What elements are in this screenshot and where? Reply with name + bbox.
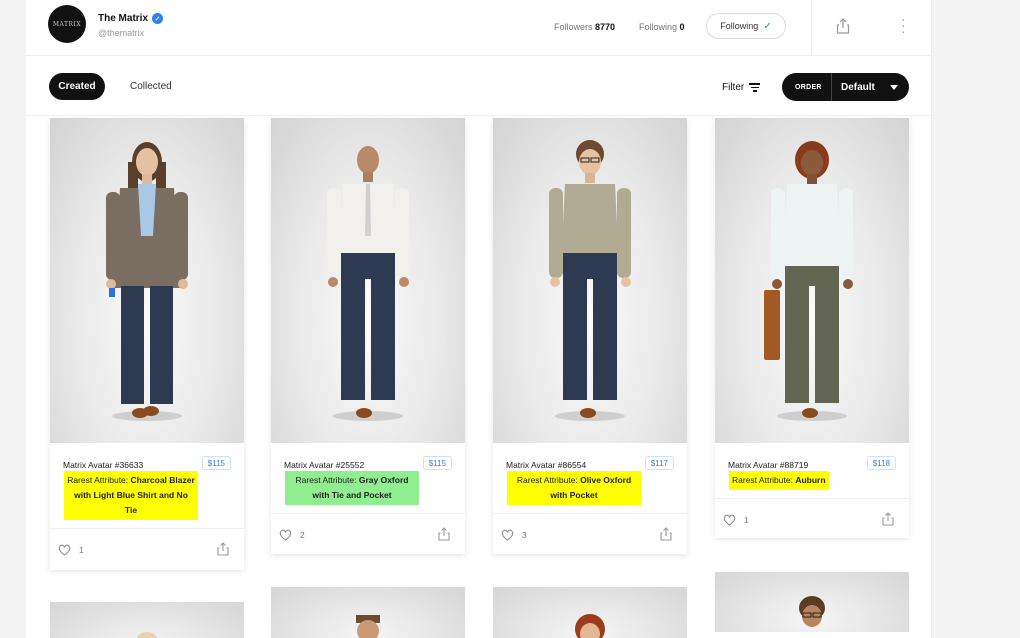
avatar-image[interactable] — [50, 118, 244, 443]
heart-icon[interactable] — [279, 529, 292, 541]
nft-card[interactable]: Matrix Avatar #36633 $115 Rarest Attribu… — [50, 118, 244, 570]
filter-button[interactable]: Filter — [722, 81, 761, 94]
card-title[interactable]: Matrix Avatar #36633 — [63, 460, 143, 470]
caret-down-icon — [890, 84, 898, 90]
avatar-logo-text: MATRIX — [52, 20, 82, 28]
followers-count: 8770 — [595, 22, 616, 32]
following-button[interactable]: Following ✓ — [706, 13, 786, 39]
price-badge: $115 — [422, 456, 452, 470]
heart-icon[interactable] — [723, 514, 736, 526]
like-count: 1 — [744, 515, 749, 525]
tab-collected[interactable]: Collected — [130, 81, 172, 92]
avatar-image[interactable] — [715, 118, 909, 443]
check-icon: ✓ — [763, 20, 772, 32]
order-dropdown[interactable]: ORDER Default — [782, 73, 909, 101]
card-footer: 3 — [493, 513, 687, 554]
rarest-attribute: Rarest Attribute: Auburn — [729, 471, 829, 490]
profile-panel: MATRIX The Matrix ✓ @thematrix Followers… — [26, 0, 932, 638]
avatar-image[interactable] — [493, 118, 687, 443]
avatar-image[interactable] — [715, 572, 909, 632]
more-icon[interactable]: · · · — [901, 12, 906, 38]
card-title[interactable]: Matrix Avatar #25552 — [284, 460, 364, 470]
avatar[interactable]: MATRIX — [48, 5, 86, 43]
following-label: Following — [639, 22, 678, 32]
heart-icon[interactable] — [501, 529, 514, 541]
rarest-attribute: Rarest Attribute: Charcoal Blazer with L… — [64, 471, 198, 520]
section-divider — [26, 115, 931, 116]
card-title[interactable]: Matrix Avatar #86554 — [506, 460, 586, 470]
following-count: 0 — [679, 22, 685, 32]
rarest-attribute: Rarest Attribute: Gray Oxford with Tie a… — [285, 471, 419, 505]
profile-handle: @thematrix — [98, 28, 145, 38]
share-icon[interactable] — [660, 527, 672, 541]
heart-icon[interactable] — [58, 544, 71, 556]
order-value: Default — [841, 81, 875, 93]
card-footer: 1 — [715, 498, 909, 539]
price-badge: $115 — [201, 456, 231, 470]
share-icon[interactable] — [836, 18, 850, 34]
share-icon[interactable] — [438, 527, 450, 541]
profile-name: The Matrix — [98, 13, 149, 24]
rarest-prefix: Rarest Attribute: — [67, 475, 129, 485]
rarest-prefix: Rarest Attribute: — [516, 475, 578, 485]
share-icon[interactable] — [217, 542, 229, 556]
followers-stat[interactable]: Followers 8770 — [554, 22, 615, 32]
rarest-value: Auburn — [795, 475, 826, 485]
price-badge: $117 — [644, 456, 674, 470]
nft-card[interactable]: Matrix Avatar #25552 $115 Rarest Attribu… — [271, 118, 465, 554]
card-footer: 2 — [271, 513, 465, 554]
following-stat[interactable]: Following 0 — [639, 22, 685, 32]
nft-card[interactable]: Matrix Avatar #86554 $117 Rarest Attribu… — [493, 118, 687, 554]
filter-label: Filter — [722, 81, 745, 93]
avatar-image[interactable] — [271, 587, 465, 638]
filter-icon — [749, 81, 761, 94]
order-label: ORDER — [795, 83, 822, 91]
rarest-prefix: Rarest Attribute: — [295, 475, 357, 485]
price-badge: $118 — [866, 456, 896, 470]
avatar-image[interactable] — [271, 118, 465, 443]
like-count: 2 — [300, 530, 305, 540]
like-count: 3 — [522, 530, 527, 540]
card-footer: 1 — [50, 528, 244, 569]
like-count: 1 — [79, 545, 84, 555]
header-divider — [811, 0, 812, 56]
card-title[interactable]: Matrix Avatar #88719 — [728, 460, 808, 470]
tab-created[interactable]: Created — [49, 73, 105, 100]
following-button-label: Following — [720, 21, 759, 31]
profile-header: MATRIX The Matrix ✓ @thematrix Followers… — [26, 0, 931, 56]
followers-label: Followers — [554, 22, 593, 32]
profile-name-row: The Matrix ✓ — [98, 13, 164, 24]
rarest-prefix: Rarest Attribute: — [732, 475, 793, 485]
rarest-attribute: Rarest Attribute: Olive Oxford with Pock… — [507, 471, 641, 505]
share-icon[interactable] — [882, 512, 894, 526]
avatar-image[interactable] — [493, 587, 687, 638]
verified-badge-icon: ✓ — [152, 13, 164, 24]
nft-card[interactable]: Matrix Avatar #88719 $118 Rarest Attribu… — [715, 118, 909, 538]
avatar-image[interactable] — [50, 602, 244, 638]
